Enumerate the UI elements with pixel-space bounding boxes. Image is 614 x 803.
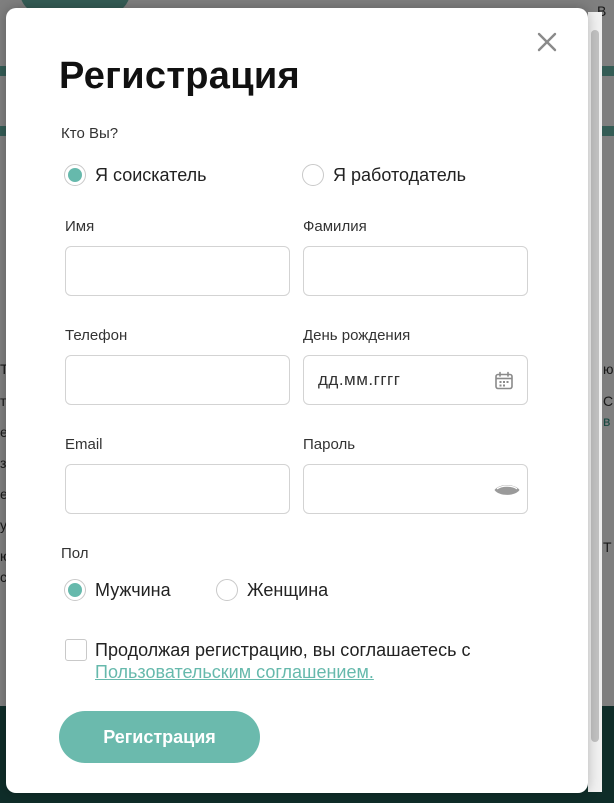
register-button[interactable]: Регистрация (59, 711, 260, 763)
radio-employer[interactable]: Я работодатель (302, 164, 466, 186)
scrollbar-thumb[interactable] (591, 30, 599, 742)
radio-label: Я работодатель (333, 165, 467, 185)
last-name-label: Фамилия (303, 218, 367, 235)
password-field-box (303, 464, 528, 514)
agreement-label: Продолжая регистрацию, вы соглашаетесь с (95, 640, 471, 660)
last-name-input[interactable] (304, 247, 527, 295)
radio-indicator-checked[interactable] (64, 164, 86, 186)
calendar-icon[interactable] (493, 370, 515, 392)
first-name-field-box (65, 246, 290, 296)
radio-label: Женщина (247, 580, 329, 600)
last-name-field-box (303, 246, 528, 296)
radio-indicator[interactable] (302, 164, 324, 186)
gender-label: Пол (61, 545, 89, 562)
birthday-field-box (303, 355, 528, 405)
radio-indicator[interactable] (216, 579, 238, 601)
phone-field-box (65, 355, 290, 405)
modal-title: Регистрация (59, 55, 301, 97)
close-button[interactable] (535, 30, 559, 54)
agreement-text: Продолжая регистрацию, вы соглашаетесь с… (95, 639, 535, 683)
close-icon (537, 32, 557, 52)
phone-label: Телефон (65, 327, 128, 344)
password-label: Пароль (303, 436, 356, 453)
radio-female[interactable]: Женщина (216, 579, 328, 601)
first-name-input[interactable] (66, 247, 289, 295)
radio-label: Я соискатель (95, 165, 207, 185)
registration-modal: Регистрация Кто Вы? Я соискатель Я работ… (6, 8, 588, 793)
role-label: Кто Вы? (61, 125, 119, 142)
email-input[interactable] (66, 465, 289, 513)
agreement-checkbox[interactable] (65, 639, 87, 661)
scrollbar-track[interactable] (588, 12, 602, 792)
eye-icon[interactable] (493, 479, 521, 501)
radio-label: Мужчина (95, 580, 171, 600)
birthday-label: День рождения (303, 327, 411, 344)
radio-indicator-checked[interactable] (64, 579, 86, 601)
phone-input[interactable] (66, 356, 289, 404)
radio-job-seeker[interactable]: Я соискатель (64, 164, 207, 186)
email-label: Email (65, 436, 103, 453)
first-name-label: Имя (65, 218, 95, 235)
email-field-box (65, 464, 290, 514)
user-agreement-link[interactable]: Пользовательским соглашением. (95, 662, 374, 682)
radio-male[interactable]: Мужчина (64, 579, 171, 601)
